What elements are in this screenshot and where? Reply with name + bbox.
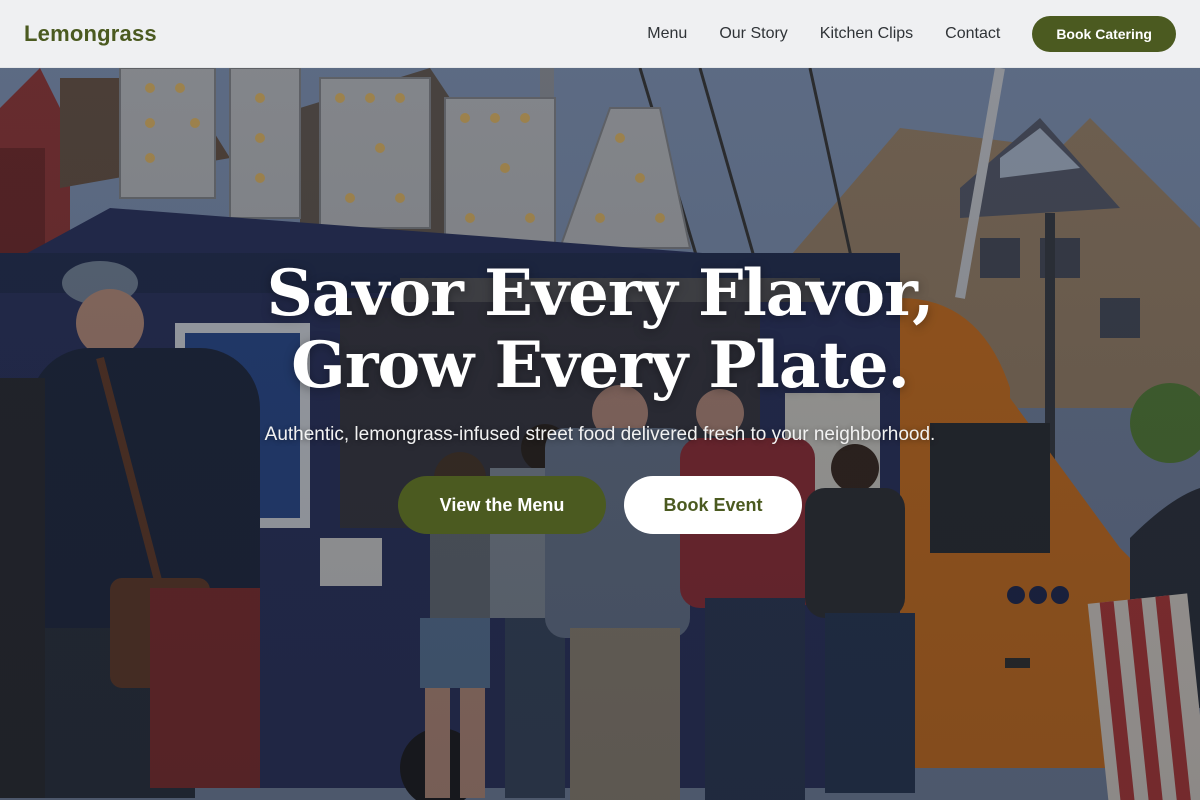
view-menu-button[interactable]: View the Menu [398,476,606,534]
nav-link-our-story[interactable]: Our Story [719,25,787,43]
nav-link-menu[interactable]: Menu [647,25,687,43]
hero-subtitle: Authentic, lemongrass-infused street foo… [264,424,936,445]
hero-buttons: View the Menu Book Event [0,476,1200,534]
book-event-button[interactable]: Book Event [624,476,802,534]
hero-title-line-2: Grow Every Plate. [291,328,910,403]
main-nav: Menu Our Story Kitchen Clips Contact Boo… [647,15,1176,52]
site-header: Lemongrass Menu Our Story Kitchen Clips … [0,0,1200,68]
hero-title-line-1: Savor Every Flavor, [266,256,935,331]
nav-link-contact[interactable]: Contact [945,25,1000,43]
nav-link-kitchen-clips[interactable]: Kitchen Clips [820,25,913,43]
hero-title: Savor Every Flavor, Grow Every Plate. [0,258,1200,402]
brand-logo[interactable]: Lemongrass [24,21,157,47]
hero-content: Savor Every Flavor, Grow Every Plate. Au… [0,258,1200,534]
book-catering-button[interactable]: Book Catering [1032,15,1176,52]
hero-section: Savor Every Flavor, Grow Every Plate. Au… [0,68,1200,800]
